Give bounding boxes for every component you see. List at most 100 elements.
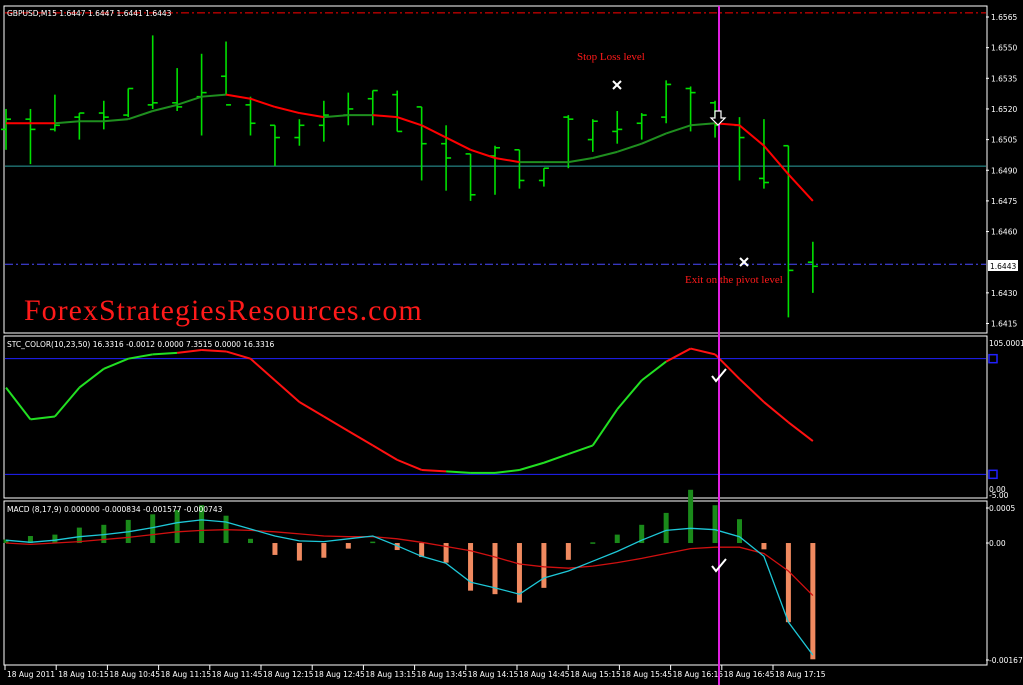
ma-segment: [494, 157, 520, 164]
time-tick-label: 18 Aug 17:15: [775, 670, 826, 679]
price-bar: [1, 108, 11, 150]
macd-hist-bar: [761, 543, 767, 550]
stc-level-handle: [988, 353, 998, 364]
price-bar: [636, 113, 647, 140]
price-bar: [538, 167, 549, 187]
stc-segment: [763, 401, 790, 424]
stc-axis-bottom: -5.00: [989, 491, 1009, 500]
stc-segment: [177, 349, 202, 354]
stc-segment: [372, 444, 398, 461]
stc-segment: [446, 470, 471, 474]
macd-hist-bar: [52, 534, 58, 544]
ma-segment: [738, 124, 765, 147]
stc-segment: [30, 415, 56, 421]
stc-segment: [54, 386, 81, 418]
current-price-label: 1.6443: [990, 262, 1016, 271]
stc-segment: [103, 357, 129, 370]
price-bar: [196, 53, 207, 136]
stc-level-handle: [988, 469, 998, 480]
ma-segment: [250, 97, 276, 108]
price-tick-label: 1.6490: [991, 166, 1017, 175]
price-tick-label: 1.6460: [991, 228, 1017, 237]
macd-hist-bar: [688, 489, 694, 544]
stc-segment: [690, 347, 716, 356]
price-header: GBPUSD,M15 1.6447 1.6447 1.6441 1.6443: [7, 9, 172, 18]
price-bar: [392, 90, 403, 133]
macd-tick-label: -0.00167: [989, 656, 1023, 665]
stc-segment: [128, 353, 153, 360]
stop-loss-annotation: Stop Loss level: [577, 51, 645, 63]
stc-axis-top: 105.0001: [989, 339, 1023, 348]
ma-segment: [763, 145, 790, 175]
price-bar: [269, 124, 280, 167]
stc-segment: [274, 379, 301, 403]
time-tick-label: 18 Aug 2011: [7, 670, 55, 679]
price-tick-label: 1.6565: [991, 13, 1017, 22]
time-tick-label: 18 Aug 15:15: [570, 670, 621, 679]
macd-hist-bar: [296, 543, 302, 561]
stc-segment: [568, 444, 594, 456]
stc-series: [5, 347, 998, 480]
macd-hist-bar: [150, 514, 156, 544]
ma-segment: [274, 105, 300, 115]
stc-segment: [396, 458, 423, 471]
ma-segment: [396, 116, 422, 127]
exit-annotation: Exit on the pivot level: [685, 274, 783, 286]
stc-segment: [665, 347, 692, 363]
stc-segment: [641, 360, 667, 382]
watermark: ForexStrategiesResources.com: [24, 294, 423, 327]
price-bar: [587, 119, 598, 152]
macd-hist-bar: [76, 527, 82, 544]
macd-tick-label: 0.0005: [989, 504, 1015, 513]
ma-segment: [299, 112, 325, 119]
price-bar: [25, 108, 36, 165]
macd-hist-bar: [785, 543, 791, 623]
macd-hist-bar: [565, 543, 571, 560]
price-bar: [367, 89, 378, 126]
macd-hist-bar: [614, 534, 620, 544]
ma-segment: [54, 120, 80, 125]
price-bar: [74, 112, 85, 140]
macd-hist-bar: [541, 543, 547, 588]
exit-x-icon: [739, 257, 749, 267]
ma-segment: [152, 103, 178, 112]
price-bar: [758, 119, 769, 189]
stc-segment: [152, 351, 178, 356]
macd-hist-bar: [712, 505, 718, 544]
trading-chart[interactable]: 1.6565 1.6550 1.6535 1.6520 1.6505 1.6490 1.64…: [0, 0, 1023, 685]
ma-segment: [690, 122, 716, 127]
price-bar: [318, 100, 329, 142]
stc-segment: [519, 461, 545, 471]
time-tick-label: 18 Aug 10:15: [58, 670, 109, 679]
stc-segment: [494, 468, 520, 474]
price-tick-label: 1.6535: [991, 74, 1017, 83]
ma-segment: [421, 124, 447, 139]
ma-segment: [616, 142, 643, 153]
macd-hist-bar: [663, 512, 669, 544]
price-bar: [294, 119, 305, 146]
price-bar: [245, 96, 256, 136]
macd-hist-bar: [492, 543, 498, 595]
time-tick-label: 18 Aug 11:15: [161, 670, 212, 679]
stc-segment: [201, 349, 227, 353]
macd-hist-bar: [345, 543, 351, 549]
price-tick-label: 1.6520: [991, 105, 1017, 114]
ma-segment: [592, 150, 618, 159]
price-bar: [661, 80, 672, 124]
time-tick-label: 18 Aug 10:45: [109, 670, 160, 679]
macd-series: [3, 489, 816, 660]
time-tick-label: 18 Aug 13:15: [365, 670, 416, 679]
time-tick-label: 18 Aug 14:45: [519, 670, 570, 679]
ma-segment: [176, 95, 202, 106]
price-bar: [49, 94, 60, 132]
stop-loss-x-icon: [612, 80, 622, 90]
time-tick-label: 18 Aug 13:45: [417, 670, 468, 679]
stc-segment: [591, 408, 619, 446]
ma-segment: [225, 93, 251, 100]
macd-hist-bar: [248, 538, 253, 544]
stc-segment: [298, 401, 325, 418]
time-tick-label: 18 Aug 11:45: [212, 670, 263, 679]
price-tick-label: 1.6550: [991, 44, 1017, 53]
time-tick-label: 18 Aug 16:45: [724, 670, 775, 679]
macd-hist-bar: [370, 541, 376, 544]
